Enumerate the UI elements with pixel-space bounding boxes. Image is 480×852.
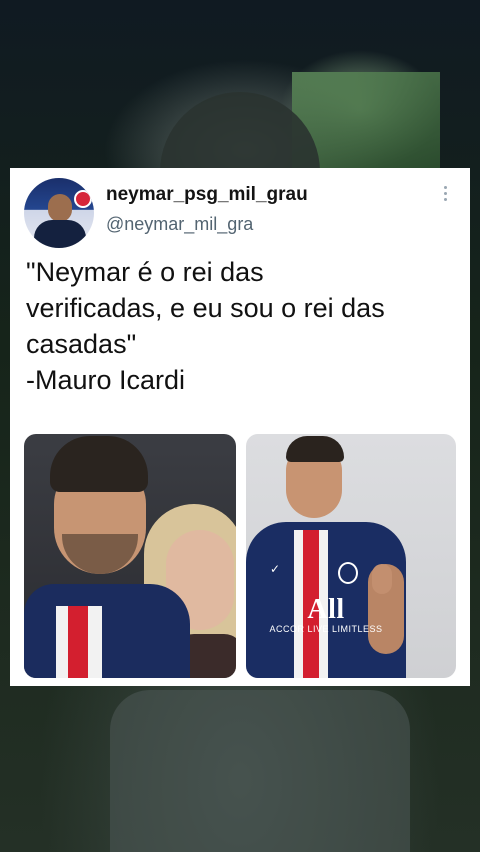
tweet-text-line: verificadas, e eu sou o rei das bbox=[26, 293, 385, 323]
tweet-text: "Neymar é o rei das verificadas, e eu so… bbox=[26, 254, 456, 398]
avatar[interactable] bbox=[24, 178, 94, 248]
man-beard bbox=[62, 534, 138, 574]
shirt-sponsor: All ACCOR LIVE LIMITLESS bbox=[266, 594, 386, 635]
avatar-badge bbox=[74, 190, 92, 208]
thumbs-up bbox=[372, 564, 392, 594]
sponsor-text: ACCOR LIVE LIMITLESS bbox=[269, 624, 383, 634]
background-person-body bbox=[110, 690, 410, 852]
more-vertical-icon[interactable] bbox=[444, 186, 448, 204]
player-hair bbox=[286, 436, 344, 462]
player-photo[interactable]: ✓ All ACCOR LIVE LIMITLESS bbox=[246, 434, 456, 678]
club-crest-icon bbox=[338, 562, 358, 584]
tweet-card: neymar_psg_mil_grau @neymar_mil_gra "Ney… bbox=[10, 168, 470, 686]
display-name[interactable]: neymar_psg_mil_grau bbox=[106, 184, 308, 206]
man-hair bbox=[50, 436, 148, 492]
shirt-stripe-red bbox=[68, 606, 88, 678]
tweet-text-line: "Neymar é o rei das bbox=[26, 257, 264, 287]
tweet-text-line: -Mauro Icardi bbox=[26, 365, 186, 395]
nike-logo-icon: ✓ bbox=[270, 562, 281, 576]
sponsor-logo: All bbox=[307, 594, 345, 625]
man-shirt bbox=[24, 584, 190, 678]
username-handle[interactable]: @neymar_mil_gra bbox=[106, 214, 253, 235]
tweet-text-line: casadas" bbox=[26, 329, 137, 359]
avatar-face bbox=[48, 194, 72, 222]
couple-photo[interactable] bbox=[24, 434, 236, 678]
avatar-shirt bbox=[34, 220, 86, 248]
